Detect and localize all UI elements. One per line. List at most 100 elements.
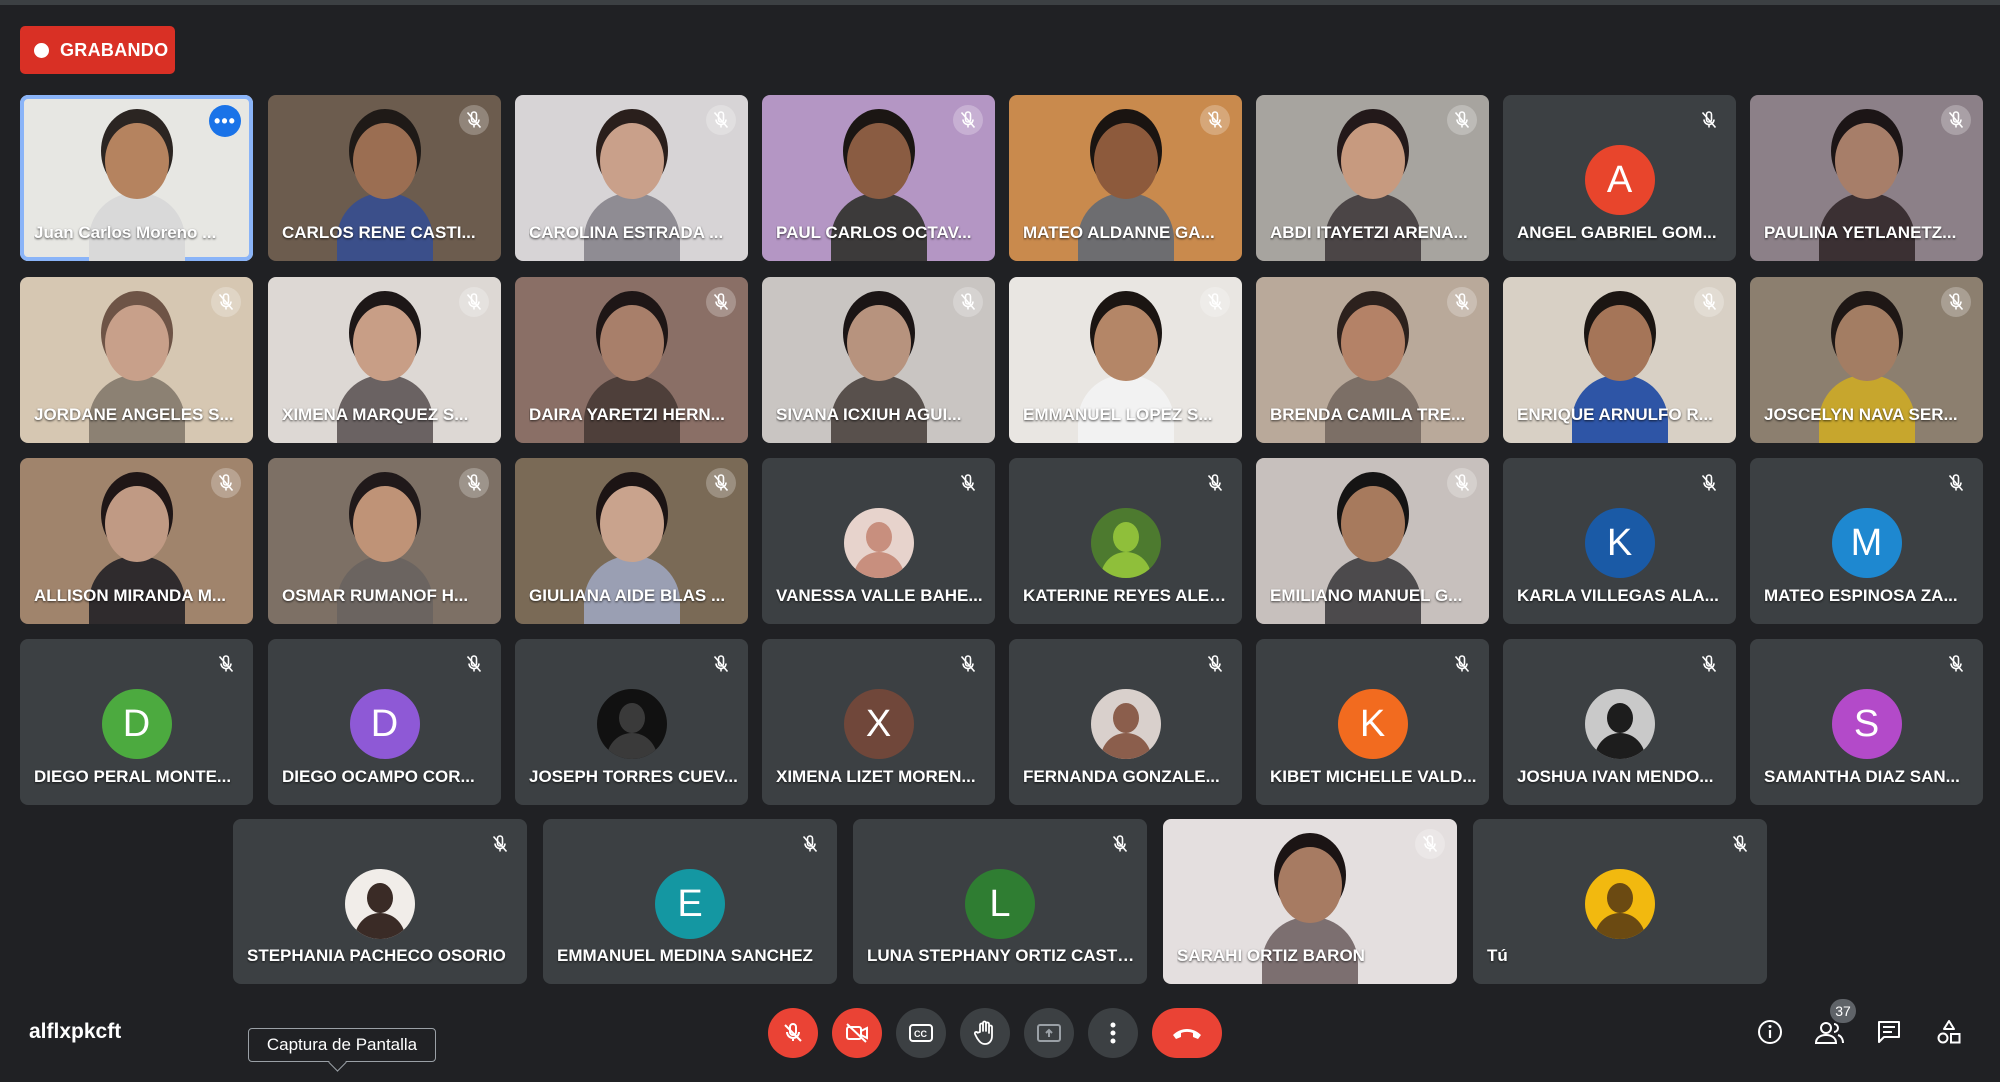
participant-name: GIULIANA AIDE BLAS ... xyxy=(529,586,726,605)
participant-tile[interactable]: DAIRA YARETZI HERN... xyxy=(515,277,748,443)
mic-off-icon xyxy=(960,111,976,129)
hand-icon xyxy=(973,1020,993,1045)
muted-indicator xyxy=(706,105,736,135)
participant-tile[interactable]: K KIBET MICHELLE VALD... xyxy=(1256,639,1489,805)
participant-tile[interactable]: PAULINA YETLANETZ... xyxy=(1750,95,1983,261)
muted-indicator xyxy=(1200,468,1230,498)
screenshot-tooltip: Captura de Pantalla xyxy=(248,1028,436,1062)
participant-tile[interactable]: ••• Juan Carlos Moreno ... xyxy=(20,95,253,261)
participant-tile[interactable]: OSMAR RUMANOF H... xyxy=(268,458,501,624)
muted-indicator xyxy=(1941,287,1971,317)
mic-off-icon xyxy=(1732,835,1748,853)
participant-name: MATEO ESPINOSA ZA... xyxy=(1764,586,1958,605)
participant-tile[interactable]: D DIEGO OCAMPO COR... xyxy=(268,639,501,805)
participant-tile[interactable]: JOSCELYN NAVA SER... xyxy=(1750,277,1983,443)
participant-avatar: D xyxy=(101,689,172,759)
mic-off-icon xyxy=(1701,111,1717,129)
participant-tile[interactable]: D DIEGO PERAL MONTE... xyxy=(20,639,253,805)
participant-tile[interactable]: STEPHANIA PACHECO OSORIO xyxy=(233,819,527,984)
meeting-code: alflxpkcft xyxy=(29,1020,122,1043)
participant-tile[interactable]: M MATEO ESPINOSA ZA... xyxy=(1750,458,1983,624)
participant-tile[interactable]: CAROLINA ESTRADA ... xyxy=(515,95,748,261)
participant-tile[interactable]: EMILIANO MANUEL G... xyxy=(1256,458,1489,624)
mic-off-icon xyxy=(960,293,976,311)
more-options-button[interactable] xyxy=(1088,1008,1138,1058)
participant-tile[interactable]: ABDI ITAYETZI ARENA... xyxy=(1256,95,1489,261)
participant-tile[interactable]: JOSHUA IVAN MENDO... xyxy=(1503,639,1736,805)
activities-button[interactable] xyxy=(1929,1012,1969,1052)
participant-tile[interactable]: KATERINE REYES ALEG... xyxy=(1009,458,1242,624)
participant-avatar: M xyxy=(1831,508,1902,578)
mic-off-icon xyxy=(1948,474,1964,492)
participant-tile[interactable]: JORDANE ANGELES S... xyxy=(20,277,253,443)
participant-tile[interactable]: Tú xyxy=(1473,819,1767,984)
muted-indicator xyxy=(1941,468,1971,498)
participant-name: XIMENA LIZET MOREN... xyxy=(776,767,976,786)
participant-profile-photo xyxy=(345,869,415,939)
participant-grid: ••• Juan Carlos Moreno ... CARLOS RENE CAS… xyxy=(0,0,2000,1000)
mic-off-icon xyxy=(1112,835,1128,853)
muted-indicator xyxy=(1447,105,1477,135)
participant-name: KIBET MICHELLE VALD... xyxy=(1270,767,1477,786)
raise-hand-button[interactable] xyxy=(960,1008,1010,1058)
mic-off-icon xyxy=(713,111,729,129)
participant-name: LUNA STEPHANY ORTIZ CASTR... xyxy=(867,946,1137,965)
participant-avatar: K xyxy=(1337,689,1408,759)
present-screen-button[interactable] xyxy=(1024,1008,1074,1058)
participant-name: ABDI ITAYETZI ARENA... xyxy=(1270,223,1468,242)
participant-tile[interactable]: ALLISON MIRANDA M... xyxy=(20,458,253,624)
participant-tile[interactable]: JOSEPH TORRES CUEV... xyxy=(515,639,748,805)
mic-off-icon xyxy=(1701,474,1717,492)
chat-button[interactable] xyxy=(1869,1012,1909,1052)
muted-indicator xyxy=(953,649,983,679)
mic-off-icon xyxy=(218,655,234,673)
participant-tile[interactable]: CARLOS RENE CASTI... xyxy=(268,95,501,261)
participant-tile[interactable]: GIULIANA AIDE BLAS ... xyxy=(515,458,748,624)
participant-tile[interactable]: L LUNA STEPHANY ORTIZ CASTR... xyxy=(853,819,1147,984)
participant-avatar: S xyxy=(1831,689,1902,759)
muted-indicator xyxy=(1200,649,1230,679)
muted-indicator xyxy=(459,468,489,498)
participant-tile[interactable]: XIMENA MARQUEZ S... xyxy=(268,277,501,443)
muted-indicator xyxy=(1200,105,1230,135)
participant-name: JOSHUA IVAN MENDO... xyxy=(1517,767,1714,786)
captions-button[interactable]: CC xyxy=(896,1008,946,1058)
participant-tile[interactable]: A ANGEL GABRIEL GOM... xyxy=(1503,95,1736,261)
participant-tile[interactable]: MATEO ALDANNE GA... xyxy=(1009,95,1242,261)
participant-tile[interactable]: VANESSA VALLE BAHE... xyxy=(762,458,995,624)
meeting-details-button[interactable] xyxy=(1750,1012,1790,1052)
mic-off-icon xyxy=(1454,111,1470,129)
muted-indicator xyxy=(211,468,241,498)
participant-name: ENRIQUE ARNULFO R... xyxy=(1517,405,1713,424)
participant-name: DAIRA YARETZI HERN... xyxy=(529,405,725,424)
participant-tile[interactable]: S SAMANTHA DIAZ SAN... xyxy=(1750,639,1983,805)
participant-tile[interactable]: BRENDA CAMILA TRE... xyxy=(1256,277,1489,443)
muted-indicator xyxy=(1447,287,1477,317)
muted-indicator xyxy=(1725,829,1755,859)
participant-tile[interactable]: EMMANUEL LOPEZ S... xyxy=(1009,277,1242,443)
participant-tile[interactable]: FERNANDA GONZALE... xyxy=(1009,639,1242,805)
participant-tile[interactable]: E EMMANUEL MEDINA SANCHEZ xyxy=(543,819,837,984)
camera-off-button[interactable] xyxy=(832,1008,882,1058)
leave-call-button[interactable] xyxy=(1152,1008,1222,1058)
participant-tile[interactable]: PAUL CARLOS OCTAV... xyxy=(762,95,995,261)
participant-name: JOSCELYN NAVA SER... xyxy=(1764,405,1958,424)
participant-name: EMILIANO MANUEL G... xyxy=(1270,586,1463,605)
participant-tile[interactable]: X XIMENA LIZET MOREN... xyxy=(762,639,995,805)
participant-name: SARAHI ORTIZ BARON xyxy=(1177,946,1365,965)
mic-off-icon xyxy=(713,655,729,673)
mic-off-icon xyxy=(466,655,482,673)
mic-off-icon xyxy=(1948,111,1964,129)
participant-name: EMMANUEL LOPEZ S... xyxy=(1023,405,1213,424)
more-options-icon[interactable]: ••• xyxy=(209,105,241,137)
mic-off-icon xyxy=(466,474,482,492)
participant-name: DIEGO OCAMPO COR... xyxy=(282,767,475,786)
participant-tile[interactable]: SIVANA ICXIUH AGUI... xyxy=(762,277,995,443)
microphone-off-button[interactable] xyxy=(768,1008,818,1058)
muted-indicator xyxy=(953,105,983,135)
participant-tile[interactable]: SARAHI ORTIZ BARON xyxy=(1163,819,1457,984)
mic-off-icon xyxy=(466,293,482,311)
participant-profile-photo xyxy=(1090,508,1161,578)
participant-tile[interactable]: K KARLA VILLEGAS ALA... xyxy=(1503,458,1736,624)
participant-tile[interactable]: ENRIQUE ARNULFO R... xyxy=(1503,277,1736,443)
